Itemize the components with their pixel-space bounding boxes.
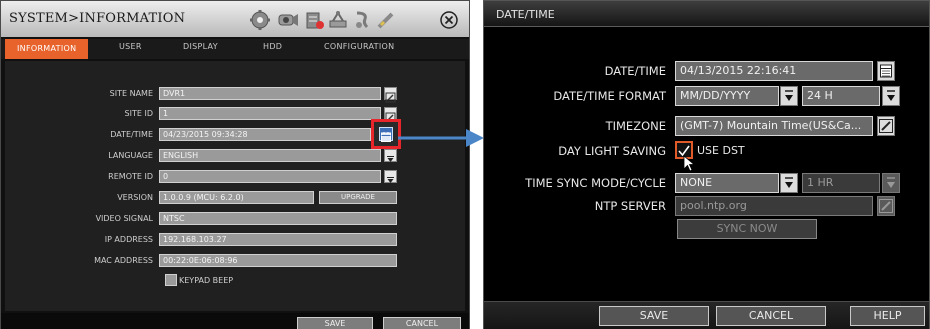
- site-name-field[interactable]: DVR1: [159, 87, 381, 100]
- arrow-icon: [398, 129, 484, 147]
- chevron-down-icon: [785, 177, 793, 188]
- tab-configuration[interactable]: CONFIGURATION: [324, 42, 394, 51]
- gear-icon[interactable]: [249, 9, 271, 31]
- chevron-down-icon: [887, 90, 895, 101]
- left-window-title: SYSTEM>INFORMATION: [9, 11, 186, 26]
- left-tab-bar: INFORMATION USER DISPLAY HDD CONFIGURATI…: [1, 39, 469, 59]
- edit-icon: [879, 199, 893, 213]
- date-time-value-field[interactable]: 04/13/2015 22:16:41: [675, 61, 873, 81]
- chevron-down-icon: [785, 90, 793, 101]
- mac-address-field: 00:22:0E:06:08:96: [159, 254, 397, 267]
- save-button-right[interactable]: SAVE: [599, 306, 709, 326]
- right-window-title: DATE/TIME: [496, 8, 555, 21]
- left-title-bar: SYSTEM>INFORMATION: [1, 1, 469, 37]
- remote-id-label: REMOTE ID: [108, 172, 153, 181]
- keypad-beep-checkbox[interactable]: [165, 274, 177, 286]
- video-signal-field: NTSC: [159, 212, 397, 225]
- calendar-icon: [381, 132, 391, 142]
- time-sync-cycle-select[interactable]: 1 HR: [802, 173, 880, 193]
- ip-address-label: IP ADDRESS: [104, 235, 153, 244]
- time-sync-mode-dropdown-button[interactable]: [780, 173, 798, 193]
- tab-information[interactable]: INFORMATION: [5, 39, 89, 59]
- tools-icon[interactable]: [375, 9, 397, 31]
- use-dst-label: USE DST: [697, 144, 745, 157]
- language-label: LANGUAGE: [108, 151, 153, 160]
- language-select[interactable]: ENGLISH: [159, 149, 381, 162]
- tab-user[interactable]: USER: [119, 42, 142, 51]
- help-button[interactable]: HELP: [850, 306, 925, 326]
- chevron-down-icon: [387, 177, 394, 183]
- video-signal-label: VIDEO SIGNAL: [95, 214, 153, 223]
- time-sync-label: TIME SYNC MODE/CYCLE: [525, 176, 666, 190]
- date-time-field: 04/23/2015 09:34:28: [159, 128, 371, 141]
- cancel-button-left[interactable]: CANCEL: [383, 317, 461, 329]
- date-format-dropdown-button[interactable]: [780, 86, 798, 106]
- ntp-server-edit-button[interactable]: [877, 196, 895, 216]
- save-button-left[interactable]: SAVE: [297, 317, 373, 329]
- chevron-down-icon: [387, 156, 394, 162]
- site-name-keyboard-button[interactable]: [384, 87, 397, 103]
- keypad-beep-label: KEYPAD BEEP: [179, 276, 234, 285]
- site-id-field[interactable]: 1: [159, 107, 381, 120]
- edit-icon: [879, 119, 893, 133]
- remote-id-dropdown-button[interactable]: [384, 170, 397, 183]
- date-time-calendar-button[interactable]: [877, 61, 895, 81]
- camera-icon[interactable]: [277, 9, 299, 31]
- system-information-window: SYSTEM>INFORMATION INFORMATION USER DISP…: [0, 0, 470, 329]
- timezone-label: TIMEZONE: [605, 119, 666, 133]
- network-icon[interactable]: [327, 9, 349, 31]
- chevron-down-icon: [887, 177, 895, 188]
- timezone-edit-button[interactable]: [877, 116, 895, 136]
- tab-display[interactable]: DISPLAY: [183, 42, 218, 51]
- right-title-bar: DATE/TIME: [484, 1, 929, 27]
- cancel-button-right[interactable]: CANCEL: [716, 306, 826, 326]
- edit-icon: [385, 92, 396, 103]
- ip-address-field: 192.168.103.27: [159, 233, 397, 246]
- calendar-icon: [880, 64, 892, 78]
- ntp-server-label: NTP SERVER: [594, 199, 666, 213]
- date-time-format-label: DATE/TIME FORMAT: [553, 89, 666, 103]
- upgrade-button[interactable]: UPGRADE: [319, 191, 397, 204]
- date-time-label-right: DATE/TIME: [604, 64, 666, 78]
- version-field: 1.0.0.9 (MCU: 6.2.0): [159, 191, 314, 204]
- timezone-select[interactable]: (GMT-7) Mountain Time(US&Ca...: [675, 116, 873, 136]
- date-time-label: DATE/TIME: [110, 130, 153, 139]
- day-light-saving-label: DAY LIGHT SAVING: [558, 144, 666, 158]
- version-label: VERSION: [117, 193, 153, 202]
- storage-icon[interactable]: [303, 9, 325, 31]
- date-time-setup-button[interactable]: [379, 127, 393, 142]
- ntp-server-field[interactable]: pool.ntp.org: [675, 196, 873, 216]
- language-dropdown-button[interactable]: [384, 149, 397, 162]
- tab-hdd[interactable]: HDD: [263, 42, 282, 51]
- mac-address-label: MAC ADDRESS: [94, 256, 153, 265]
- time-sync-mode-select[interactable]: NONE: [675, 173, 779, 193]
- time-sync-cycle-dropdown-button[interactable]: [882, 173, 900, 193]
- remote-id-select[interactable]: 0: [159, 170, 381, 183]
- time-format-dropdown-button[interactable]: [882, 86, 900, 106]
- event-icon[interactable]: [351, 9, 373, 31]
- site-name-label: SITE NAME: [109, 89, 153, 98]
- mouse-cursor-icon: [683, 155, 695, 172]
- site-id-label: SITE ID: [124, 109, 153, 118]
- date-format-select[interactable]: MM/DD/YYYY: [675, 86, 779, 106]
- time-format-select[interactable]: 24 H: [802, 86, 880, 106]
- close-icon[interactable]: [439, 10, 459, 30]
- sync-now-button[interactable]: SYNC NOW: [677, 219, 817, 239]
- date-time-window: DATE/TIME DATE/TIME 04/13/2015 22:16:41 …: [483, 0, 930, 329]
